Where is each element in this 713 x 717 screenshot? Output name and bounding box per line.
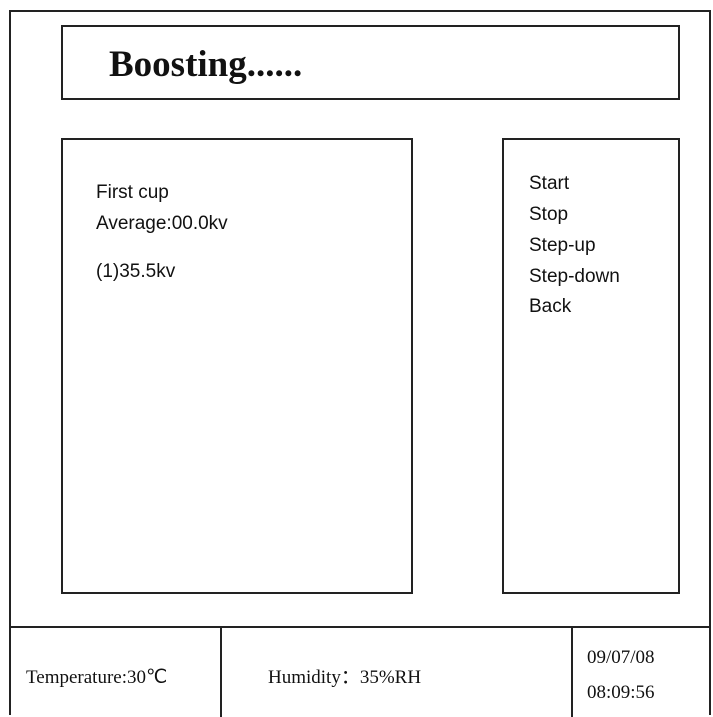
menu-item-step-up[interactable]: Step-up xyxy=(529,234,596,258)
date-readout: 09/07/08 xyxy=(587,647,655,668)
footer-divider xyxy=(571,628,573,717)
status-footer: Temperature:30℃ Humidity：35%RH 09/07/08 … xyxy=(9,626,711,717)
cup-label: First cup xyxy=(96,182,169,203)
time-readout: 08:09:56 xyxy=(587,682,655,703)
control-menu: Start Stop Step-up Step-down Back xyxy=(502,138,680,594)
status-title: Boosting...... xyxy=(109,44,303,85)
average-reading: Average:00.0kv xyxy=(96,213,228,234)
status-box: Boosting...... xyxy=(61,25,680,100)
menu-item-stop[interactable]: Stop xyxy=(529,203,568,227)
measurement-panel: First cup Average:00.0kv (1)35.5kv xyxy=(61,138,413,594)
temperature-readout: Temperature:30℃ xyxy=(26,667,168,688)
humidity-readout: Humidity：35%RH xyxy=(268,667,422,688)
menu-item-step-down[interactable]: Step-down xyxy=(529,265,620,289)
voltage-reading: (1)35.5kv xyxy=(96,261,176,282)
footer-divider xyxy=(220,628,222,717)
menu-item-back[interactable]: Back xyxy=(529,295,571,319)
menu-item-start[interactable]: Start xyxy=(529,172,569,196)
